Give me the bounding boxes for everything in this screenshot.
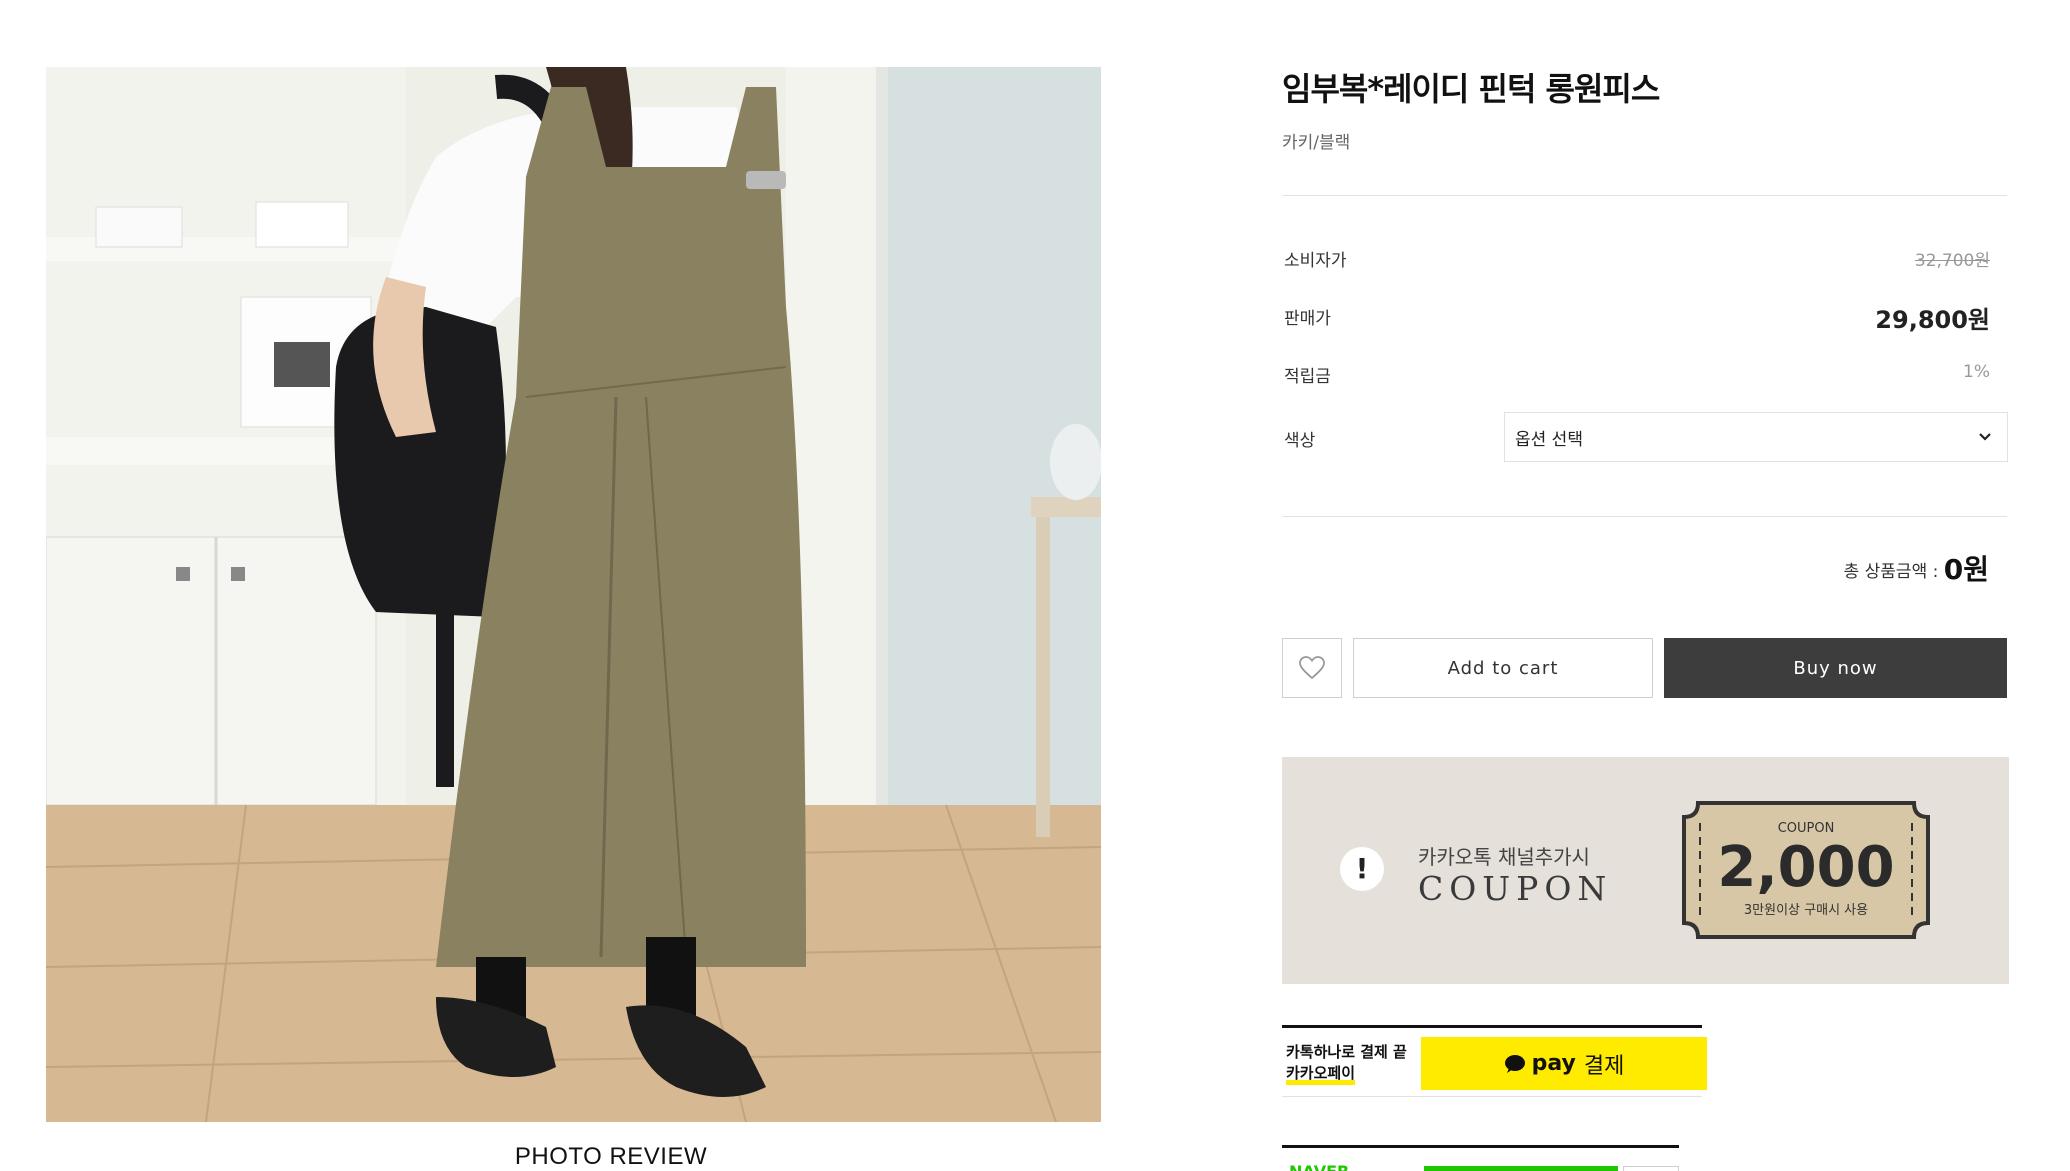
sale-price-row: 판매가 29,800원 <box>1284 304 1990 334</box>
speech-bubble-icon <box>1504 1054 1525 1073</box>
total-price-amount: 0원 <box>1943 553 1989 586</box>
retail-price-row: 소비자가 32,700원 <box>1284 246 1990 276</box>
wishlist-button[interactable] <box>1282 638 1342 698</box>
kakaopay-section: 카톡하나로 결제 끝 카카오페이 pay 결제 <box>1282 1025 1707 1097</box>
product-photo <box>46 67 1101 1122</box>
product-photo-illustration <box>46 67 1101 1122</box>
naver-wishlist-button[interactable] <box>1623 1166 1679 1171</box>
kakaopay-caption-line1: 카톡하나로 결제 끝 <box>1286 1043 1407 1061</box>
color-option-select[interactable]: 옵션 선택 <box>1504 412 2008 462</box>
color-option-row: 색상 옵션 선택 <box>1284 412 2008 462</box>
naverpay-button[interactable] <box>1424 1166 1618 1171</box>
coupon-banner-word: COUPON <box>1418 869 1613 908</box>
product-color-summary: 카키/블랙 <box>1282 133 1351 153</box>
buy-now-button[interactable]: Buy now <box>1664 638 2007 698</box>
color-option-selected: 옵션 선택 <box>1515 430 1583 450</box>
kakao-coupon-banner[interactable]: ! 카카오톡 채널추가시 COUPON COUPON 2,000 3만원이상 구… <box>1282 757 2009 984</box>
heart-icon <box>1299 656 1325 680</box>
naverpay-section: NAVER <box>1282 1145 1679 1171</box>
kakaopay-button-pay: pay <box>1531 1051 1576 1076</box>
photo-review-label: PHOTO REVIEW <box>514 1143 708 1170</box>
chevron-down-icon <box>1979 433 1991 441</box>
naver-label: NAVER <box>1289 1162 1349 1171</box>
points-value: 1% <box>1963 362 1990 382</box>
kakaopay-caption: 카톡하나로 결제 끝 카카오페이 <box>1286 1042 1407 1085</box>
coupon-banner-kakao-text: 카카오톡 채널추가시 <box>1418 845 1590 869</box>
coupon-ticket: COUPON 2,000 3만원이상 구매시 사용 <box>1680 799 1932 941</box>
kakaopay-button-text: 결제 <box>1583 1053 1625 1079</box>
exclamation-icon: ! <box>1340 847 1384 891</box>
product-title: 임부복*레이디 핀턱 롱원피스 <box>1282 70 1660 108</box>
divider <box>1282 516 2007 517</box>
retail-price-value: 32,700원 <box>1914 251 1990 271</box>
kakaopay-caption-line2: 카카오페이 <box>1286 1066 1356 1085</box>
coupon-ticket-condition: 3만원이상 구매시 사용 <box>1743 903 1869 918</box>
color-option-label: 색상 <box>1284 431 1316 451</box>
divider <box>1282 195 2007 196</box>
add-to-cart-button[interactable]: Add to cart <box>1353 638 1653 698</box>
retail-price-label: 소비자가 <box>1284 251 1347 271</box>
coupon-ticket-value: 2,000 <box>1717 835 1895 900</box>
points-row: 적립금 1% <box>1284 362 1990 392</box>
kakaopay-button[interactable]: pay 결제 <box>1421 1037 1707 1090</box>
total-price: 총 상품금액 : 0원 <box>1844 548 1989 588</box>
coupon-ticket-label: COUPON <box>1777 821 1835 836</box>
sale-price-label: 판매가 <box>1284 309 1331 329</box>
sale-price-value: 29,800원 <box>1875 306 1990 334</box>
points-label: 적립금 <box>1284 367 1331 387</box>
total-price-label: 총 상품금액 : <box>1843 562 1944 582</box>
